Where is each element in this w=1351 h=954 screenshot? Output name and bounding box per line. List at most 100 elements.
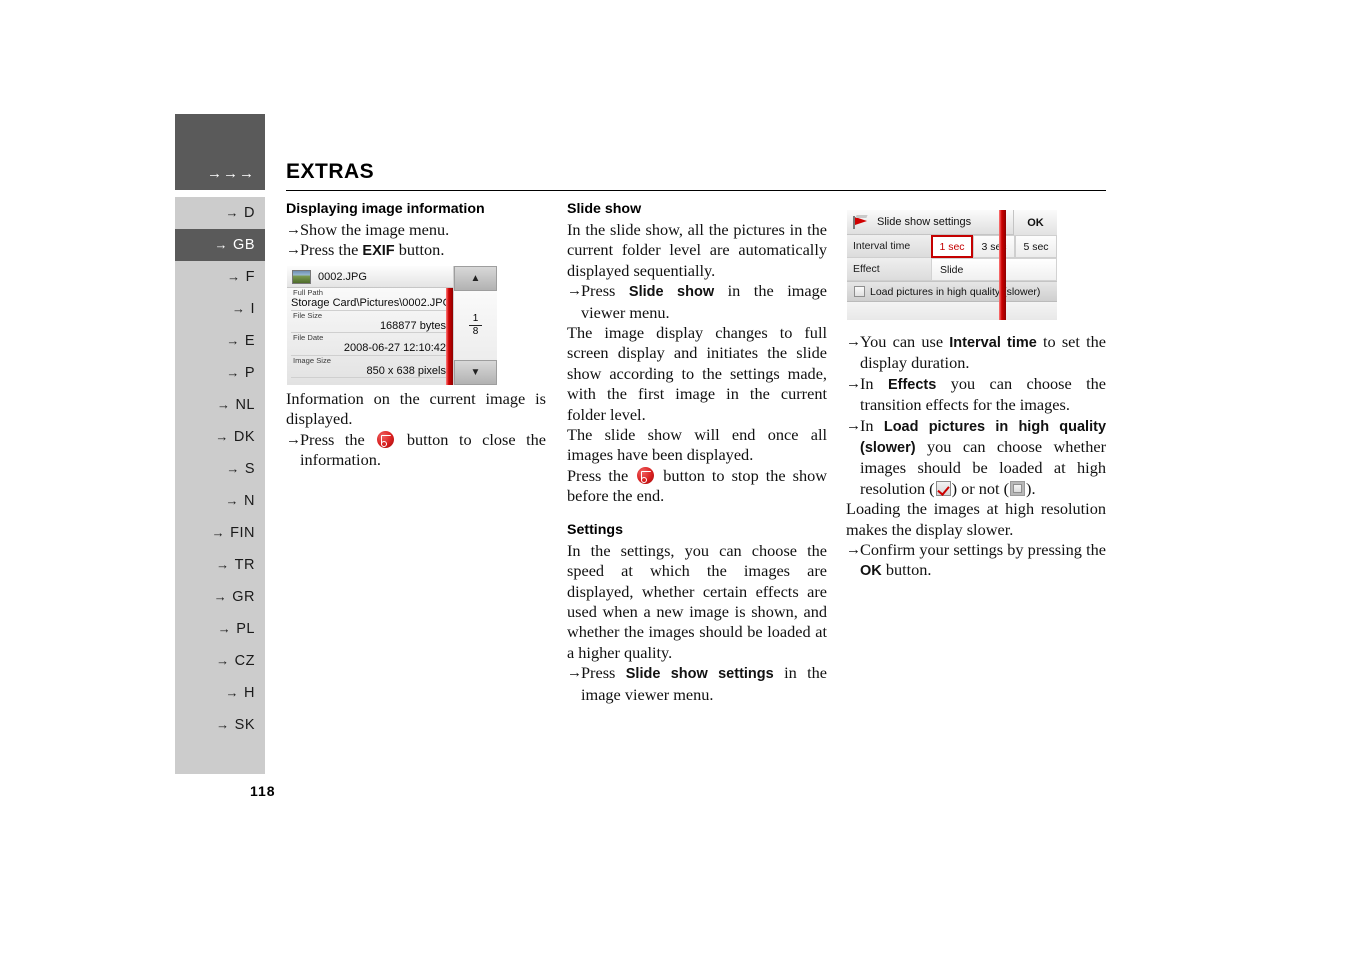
arrow-marker-icon: → [215, 429, 229, 444]
right-para-loading: Loading the images at high resolution ma… [846, 499, 1106, 539]
arrow-marker-icon: → [846, 417, 861, 434]
sidebar-header-block: →→→ [175, 114, 265, 190]
scroll-down-button[interactable]: ▼ [454, 360, 497, 385]
exif-button-ref: EXIF [362, 243, 395, 260]
sidebar-item-nl[interactable]: → NL [175, 389, 265, 421]
exif-filename: 0002.JPG [318, 270, 367, 283]
settings-heading: Settings [567, 521, 623, 538]
arrow-marker-icon: → [216, 653, 230, 668]
effect-label: Effect [847, 258, 931, 281]
arrow-marker-icon: → [286, 242, 301, 259]
sidebar-item-label: CZ [234, 653, 255, 669]
flag-top-part [855, 214, 868, 218]
right-bullet-4: → Confirm your settings by pressing the O… [846, 540, 1106, 580]
arrow-marker-icon: → [225, 205, 240, 220]
arrow-marker-icon: → [286, 222, 301, 238]
sidebar-item-sk[interactable]: → SK [175, 709, 265, 741]
language-sidebar: → D → GB → F → I → E → P → NL → DK → S → N → FIN → TR → GR → PL → CZ →… [175, 197, 265, 774]
sidebar-item-f[interactable]: → F [175, 261, 265, 293]
arrow-marker-icon: → [231, 301, 246, 316]
arrow-marker-icon: → [226, 365, 240, 380]
arrow-marker-icon: → [567, 283, 582, 300]
load-high-quality-row[interactable]: Load pictures in high quality (slower) [847, 281, 1057, 302]
exif-field-label: File Size [293, 310, 323, 320]
arrow-marker-icon: → [214, 237, 229, 252]
sidebar-item-e[interactable]: → E [175, 325, 265, 357]
ok-button[interactable]: OK [1013, 210, 1057, 235]
sidebar-item-label: P [244, 365, 255, 381]
arrow-marker-icon: → [216, 397, 231, 412]
sidebar-item-dk[interactable]: → DK [175, 421, 265, 453]
ss-title: Slide show settings [877, 216, 972, 228]
right-bullet-3: → In Load pictures in high quality (slowe… [846, 415, 1107, 498]
right-bullet-1: → You can use Interval time to set the di… [846, 332, 1107, 373]
left-para-after-widget: Information on the current image is disp… [286, 388, 546, 429]
ss-titlebar: Slide show settings OK [847, 210, 1057, 235]
effect-value-button[interactable]: Slide [931, 258, 1057, 281]
slideshow-settings-screenshot: Slide show settings OK Interval time 1 s… [847, 210, 1057, 320]
arrow-marker-icon: → [226, 461, 240, 476]
sidebar-item-s[interactable]: → S [175, 453, 265, 485]
exif-info-screenshot: 0002.JPG Full Path Storage Card\Pictures… [287, 266, 497, 385]
exif-page-total: 8 [472, 326, 479, 337]
slideshow-flag-icon [853, 214, 870, 229]
sidebar-item-label: I [250, 301, 255, 317]
sidebar-item-label: PL [236, 621, 255, 637]
arrow-marker-icon: → [846, 334, 861, 350]
exif-side-panel: ▲ 1 8 ▼ [453, 266, 497, 385]
exif-field: Image Size 850 x 638 pixels [287, 355, 453, 378]
sidebar-item-gr[interactable]: → GR [175, 581, 265, 613]
scroll-up-button[interactable]: ▲ [454, 266, 497, 291]
sidebar-item-i[interactable]: → I [175, 293, 265, 325]
sidebar-item-d[interactable]: → D [175, 197, 265, 229]
sidebar-item-tr[interactable]: → TR [175, 549, 265, 581]
exif-field-value: 2008-06-27 12:10:42 [291, 342, 449, 356]
load-high-quality-checkbox[interactable] [854, 286, 865, 297]
header-divider [286, 190, 1106, 191]
sidebar-item-h[interactable]: → H [175, 677, 265, 709]
exif-red-scrollbar [446, 288, 453, 385]
sidebar-item-label: TR [234, 557, 255, 573]
exif-field: Full Path Storage Card\Pictures\0002.JPG [287, 288, 453, 311]
arrow-marker-icon: → [213, 589, 228, 604]
exif-page-current: 1 [472, 313, 479, 324]
slide-show-step-1: → Press Slide show in the image viewer me… [567, 281, 827, 322]
exif-field-label: Image Size [293, 355, 331, 365]
sidebar-item-label: NL [235, 397, 255, 413]
sidebar-item-cz[interactable]: → CZ [175, 645, 265, 677]
exif-field-label: Full Path [293, 288, 323, 297]
arrow-marker-icon: → [225, 685, 240, 700]
effect-row: Effect Slide [847, 258, 1057, 281]
sidebar-item-label: SK [234, 717, 255, 733]
slide-show-settings-ref: Slide show settings [625, 666, 774, 683]
sidebar-item-n[interactable]: → N [175, 485, 265, 517]
interval-option-3sec[interactable]: 3 sec [973, 235, 1015, 258]
sidebar-item-p[interactable]: → P [175, 357, 265, 389]
sidebar-item-label: F [245, 269, 255, 285]
checkbox-unchecked-icon [1010, 480, 1026, 496]
left-heading: Displaying image information [286, 201, 485, 217]
sidebar-item-label: GB [233, 237, 255, 253]
exif-titlebar: 0002.JPG [287, 266, 453, 288]
sidebar-item-label: S [244, 461, 255, 477]
sidebar-item-pl[interactable]: → PL [175, 613, 265, 645]
ss-bottom-strip [847, 302, 1057, 320]
exif-page-indicator: 1 8 [454, 291, 497, 360]
sidebar-item-fin[interactable]: → FIN [175, 517, 265, 549]
interval-option-1sec[interactable]: 1 sec [931, 235, 973, 258]
image-thumbnail-icon [292, 269, 311, 284]
arrow-marker-icon: → [846, 542, 861, 559]
left-step-3: → Press the button to close the informati… [286, 429, 547, 470]
interval-time-row: Interval time 1 sec 3 sec 5 sec [847, 235, 1057, 258]
exif-field: File Date 2008-06-27 12:10:42 [287, 333, 453, 356]
arrow-marker-icon: → [216, 717, 230, 732]
settings-para: In the settings, you can choose the spee… [567, 540, 827, 662]
slide-show-para-4: Press the button to stop the show before… [567, 465, 827, 506]
right-bullet-2: → In Effects you can choose the transitio… [846, 373, 1106, 415]
arrow-marker-icon: → [226, 333, 240, 348]
sidebar-item-label: GR [232, 589, 255, 605]
page-title: EXTRAS [286, 160, 375, 183]
interval-option-5sec[interactable]: 5 sec [1015, 235, 1057, 258]
slide-show-para-1: In the slide show, all the pictures in t… [567, 220, 827, 280]
sidebar-item-gb[interactable]: → GB [175, 229, 265, 261]
